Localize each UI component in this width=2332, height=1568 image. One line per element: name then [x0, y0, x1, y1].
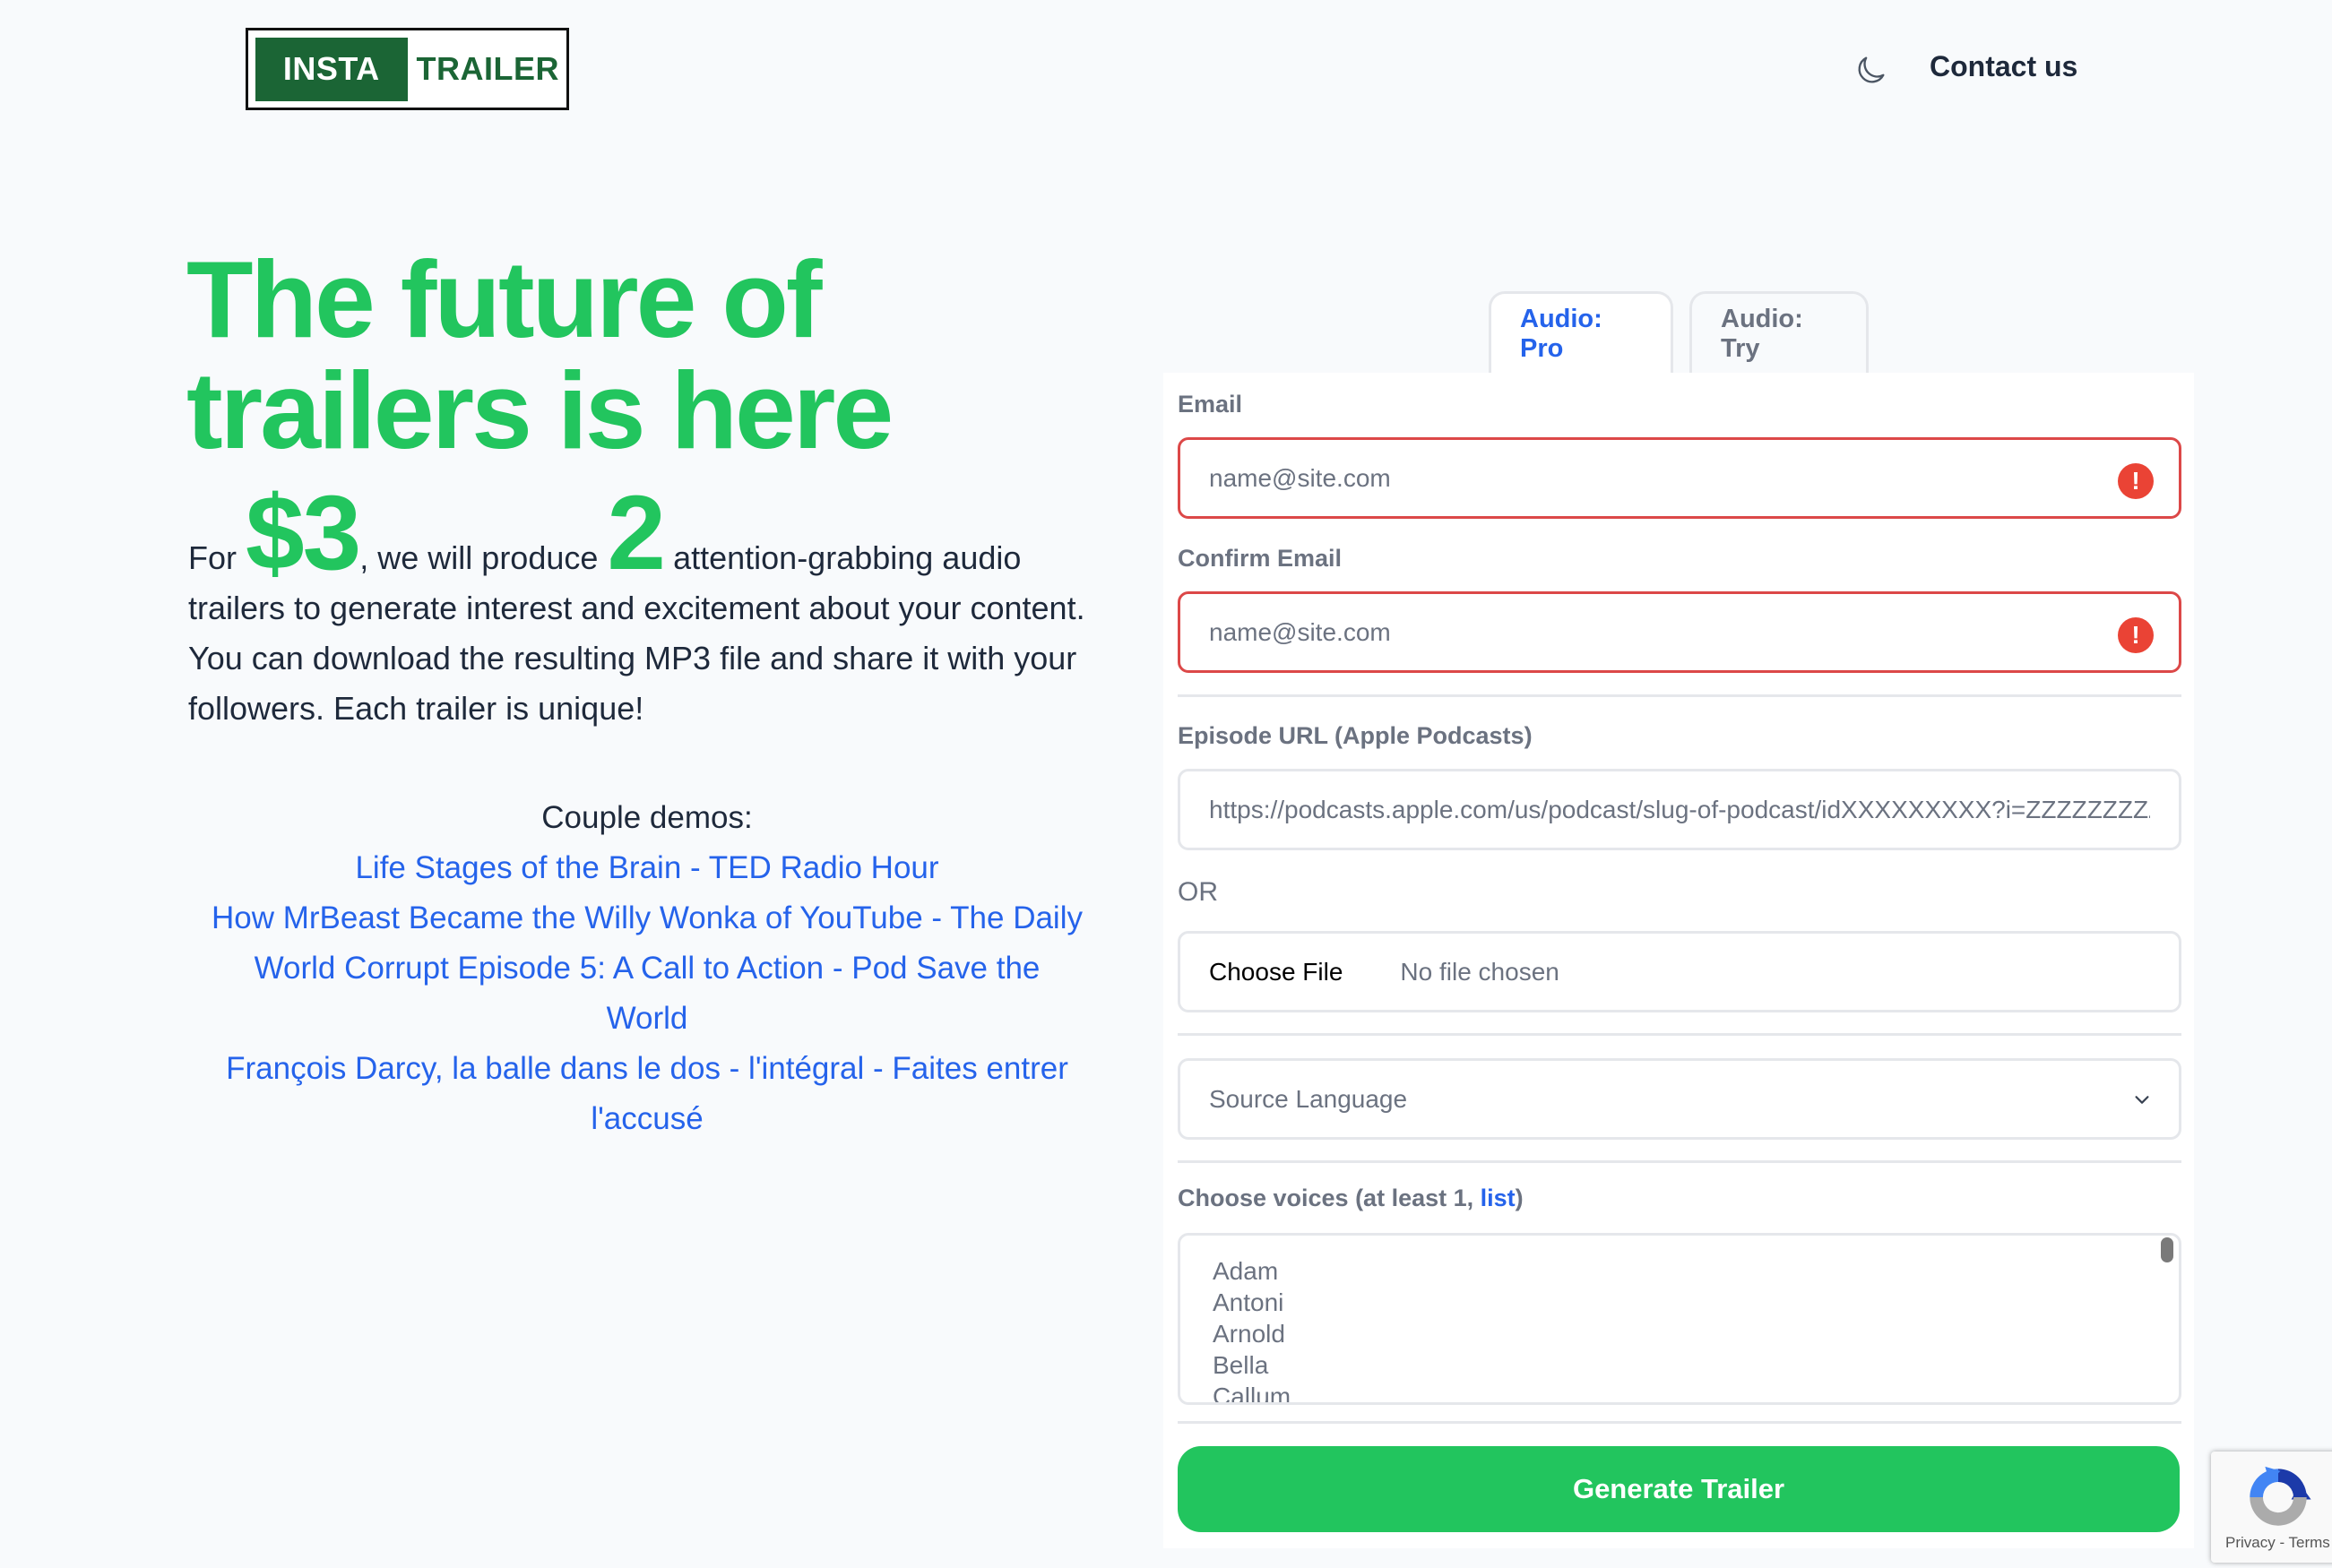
recaptcha-icon — [2250, 1466, 2311, 1526]
email-label: Email — [1178, 391, 1243, 418]
hero-title: The future of trailers is here — [186, 244, 1083, 466]
voice-option[interactable]: Adam — [1213, 1255, 2146, 1287]
confirm-email-field-wrapper: ! — [1178, 591, 2181, 673]
episode-url-field-wrapper — [1178, 769, 2181, 850]
error-icon: ! — [2118, 617, 2154, 653]
divider — [1178, 1033, 2181, 1036]
trailer-count: 2 — [607, 474, 666, 592]
trailer-form: Email ! Confirm Email ! Episode URL (App… — [1163, 373, 2194, 1548]
scrollbar[interactable] — [2161, 1237, 2173, 1262]
demos-title: Couple demos: — [541, 800, 753, 835]
voices-label-suffix: ) — [1515, 1185, 1524, 1211]
logo-trailer: TRAILER — [416, 50, 559, 87]
divider — [1178, 1160, 2181, 1163]
episode-url-field[interactable] — [1209, 795, 2150, 824]
file-input[interactable]: Choose File No file chosen — [1178, 931, 2181, 1012]
voice-option[interactable]: Antoni — [1213, 1287, 2146, 1318]
voice-option[interactable]: Callum — [1213, 1381, 2146, 1402]
demo-link[interactable]: Life Stages of the Brain - TED Radio Hou… — [188, 843, 1106, 893]
voices-multiselect[interactable]: Adam Antoni Arnold Bella Callum — [1178, 1233, 2181, 1405]
voice-option[interactable]: Arnold — [1213, 1318, 2146, 1349]
email-field-wrapper: ! — [1178, 437, 2181, 519]
chevron-down-icon — [2135, 1096, 2149, 1104]
price: $3 — [246, 474, 361, 592]
recaptcha-privacy-terms[interactable]: Privacy - Terms — [2225, 1534, 2330, 1552]
confirm-email-label: Confirm Email — [1178, 545, 1343, 572]
error-icon: ! — [2118, 463, 2154, 499]
logo[interactable]: INSTA TRAILER — [246, 28, 569, 110]
demo-link[interactable]: François Darcy, la balle dans le dos - l… — [188, 1044, 1106, 1144]
tab-audio-pro[interactable]: Audio: Pro — [1489, 291, 1673, 374]
confirm-email-field[interactable] — [1209, 617, 2150, 647]
voices-label: Choose voices (at least 1, list) — [1178, 1185, 1524, 1212]
divider — [1178, 694, 2181, 697]
moon-icon[interactable] — [1853, 52, 1889, 88]
text-mid: , we will produce — [359, 539, 599, 576]
demo-link[interactable]: How MrBeast Became the Willy Wonka of Yo… — [188, 893, 1106, 943]
voices-list-link[interactable]: list — [1481, 1185, 1516, 1211]
demo-link[interactable]: World Corrupt Episode 5: A Call to Actio… — [188, 943, 1106, 1044]
recaptcha-badge[interactable]: Privacy - Terms — [2211, 1452, 2332, 1563]
episode-url-label: Episode URL (Apple Podcasts) — [1178, 722, 1533, 749]
tab-audio-try[interactable]: Audio: Try — [1689, 291, 1869, 374]
no-file-text: No file chosen — [1400, 957, 1559, 986]
hero-title-line2: trailers is here — [186, 349, 894, 471]
demos-section: Couple demos: Life Stages of the Brain -… — [188, 793, 1106, 1144]
text-for: For — [188, 539, 237, 576]
generate-trailer-button[interactable]: Generate Trailer — [1178, 1446, 2180, 1532]
voices-label-prefix: Choose voices (at least 1, — [1178, 1185, 1481, 1211]
tab-bar: Audio: Pro Audio: Try — [1489, 291, 1869, 374]
hero-description: For $3, we will produce 2 attention-grab… — [188, 480, 1111, 734]
choose-file-button[interactable]: Choose File — [1209, 958, 1343, 986]
divider — [1178, 1421, 2181, 1424]
voice-option[interactable]: Bella — [1213, 1349, 2146, 1381]
contact-us-link[interactable]: Contact us — [1930, 50, 2077, 83]
source-language-value: Source Language — [1209, 1084, 1408, 1113]
or-label: OR — [1178, 877, 1218, 907]
email-field[interactable] — [1209, 463, 2150, 493]
source-language-select[interactable]: Source Language — [1178, 1058, 2181, 1140]
hero-title-line1: The future of — [186, 238, 822, 360]
logo-insta: INSTA — [255, 37, 408, 101]
